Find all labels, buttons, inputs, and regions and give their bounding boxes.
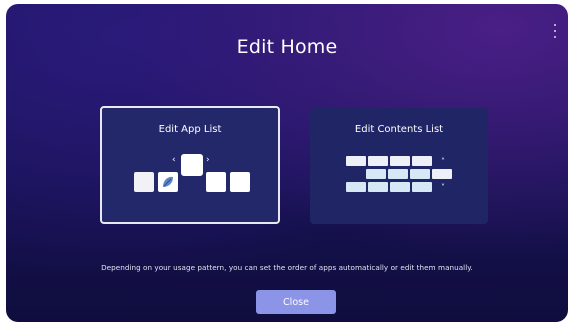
content-cell: [390, 156, 410, 166]
edit-home-screen: Edit Home Edit App List ‹ › Edit Content…: [6, 4, 568, 322]
content-cell: [346, 156, 366, 166]
app-tile-icon: [182, 155, 202, 175]
content-cell: [432, 169, 452, 179]
app-list-illustration: ‹ ›: [102, 148, 278, 208]
chevron-down-icon: ˅: [441, 183, 445, 192]
content-grid-icon: ˄ ˅: [310, 154, 488, 204]
leaf-app-icon: [163, 176, 173, 187]
close-button[interactable]: Close: [256, 290, 336, 314]
content-cell: [390, 182, 410, 192]
content-cell: [368, 182, 388, 192]
app-tile-icon: [134, 172, 154, 192]
edit-contents-list-label: Edit Contents List: [354, 124, 444, 135]
edit-contents-list-card[interactable]: Edit Contents List ˄ ˅: [310, 108, 488, 224]
edit-app-list-card[interactable]: Edit App List ‹ ›: [100, 106, 280, 224]
content-cell: [368, 156, 388, 166]
app-tile-icon: [206, 172, 226, 192]
content-cell: [410, 169, 430, 179]
content-cell: [412, 156, 432, 166]
chevron-right-icon: ›: [206, 155, 210, 165]
content-cell: [366, 169, 386, 179]
app-tile-icon: [230, 172, 250, 192]
edit-app-list-label: Edit App List: [158, 124, 222, 135]
content-cell: [388, 169, 408, 179]
chevron-left-icon: ‹: [172, 155, 176, 165]
page-title: Edit Home: [236, 36, 338, 58]
content-cell: [346, 182, 366, 192]
description-text: Depending on your usage pattern, you can…: [101, 263, 473, 272]
chevron-up-icon: ˄: [441, 157, 445, 166]
content-cell: [412, 182, 432, 192]
